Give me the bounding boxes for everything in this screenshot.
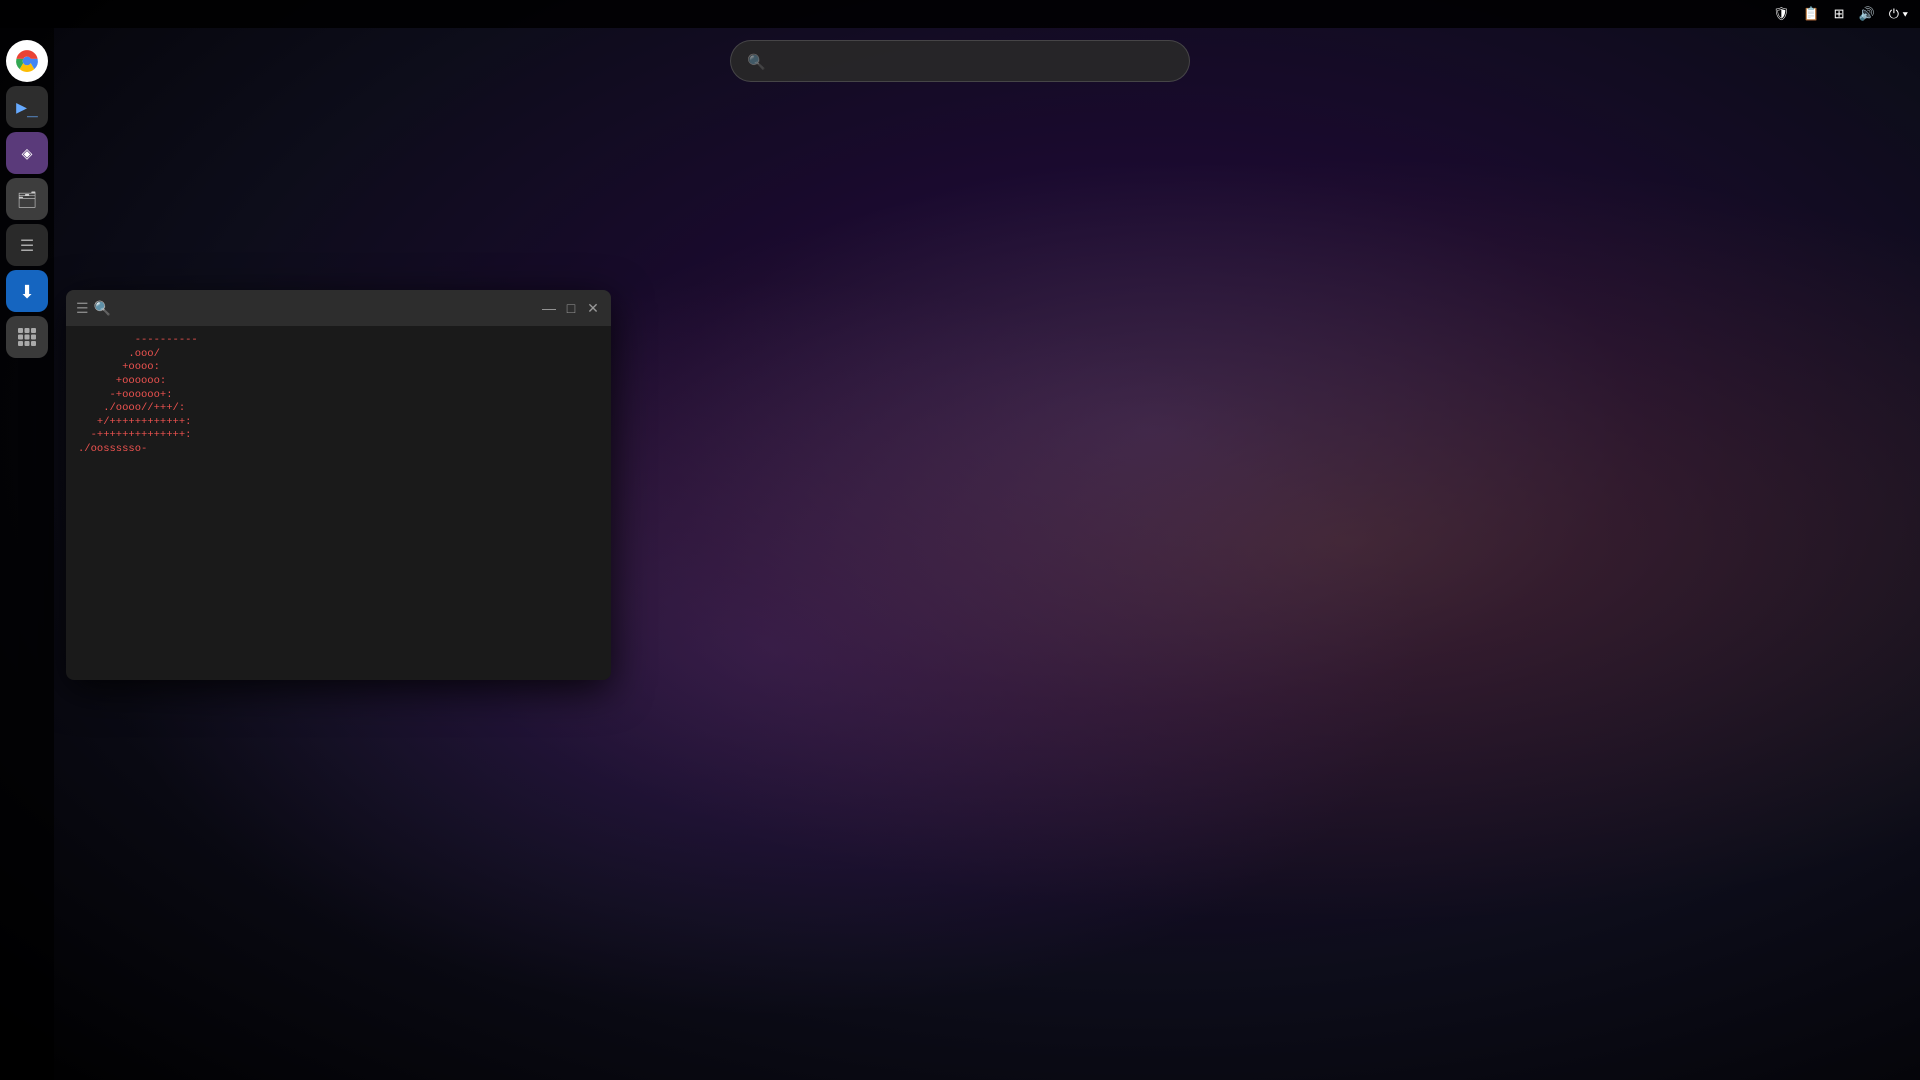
dock-item-chrome[interactable] [6,40,48,82]
search-icon: 🔍 [747,51,766,72]
network-icon[interactable]: ⊞ [1830,3,1849,25]
terminal-search-btn[interactable]: 🔍 [95,300,111,316]
search-field[interactable] [776,53,1173,70]
dock: ▶_ ◈ 🗂 ☰ ⬇ [0,28,54,1080]
terminal-window: ☰ 🔍 — □ ✕ ---------- .ooo/ +oooo: +ooooo… [66,290,611,680]
terminal-body[interactable]: ---------- .ooo/ +oooo: +oooooo: -+ooooo… [66,326,611,680]
clipboard-icon[interactable]: 📋 [1799,3,1823,25]
topbar: 🛡 📋 ⊞ 🔊 ⏻ ▾ [0,0,1920,28]
terminal-left-controls: ☰ 🔍 [76,298,111,318]
topbar-right: 🛡 📋 ⊞ 🔊 ⏻ ▾ [1769,3,1912,25]
terminal-titlebar: ☰ 🔍 — □ ✕ [66,290,611,326]
terminal-window-controls: — □ ✕ [541,300,601,316]
dock-item-download[interactable]: ⬇ [6,270,48,312]
ascii-art: ---------- .ooo/ +oooo: +oooooo: -+ooooo… [78,334,298,457]
terminal-close-btn[interactable]: ✕ [585,300,601,316]
terminal-maximize-btn[interactable]: □ [563,300,579,316]
dock-item-unknown2[interactable]: ☰ [6,224,48,266]
dock-item-apps[interactable] [6,316,48,358]
power-icon[interactable]: ⏻ ▾ [1885,3,1912,25]
dock-item-terminal[interactable]: ▶_ [6,86,48,128]
shield-icon[interactable]: 🛡 [1769,3,1794,25]
terminal-minimize-btn[interactable]: — [541,300,557,316]
terminal-content: ---------- .ooo/ +oooo: +oooooo: -+ooooo… [78,334,599,457]
volume-icon[interactable]: 🔊 [1855,3,1879,25]
terminal-menu-icon[interactable]: ☰ [76,298,89,318]
search-input-container[interactable]: 🔍 [730,40,1190,82]
search-bar: 🔍 [730,40,1190,82]
dock-item-unknown1[interactable]: ◈ [6,132,48,174]
dock-item-files[interactable]: 🗂 [6,178,48,220]
